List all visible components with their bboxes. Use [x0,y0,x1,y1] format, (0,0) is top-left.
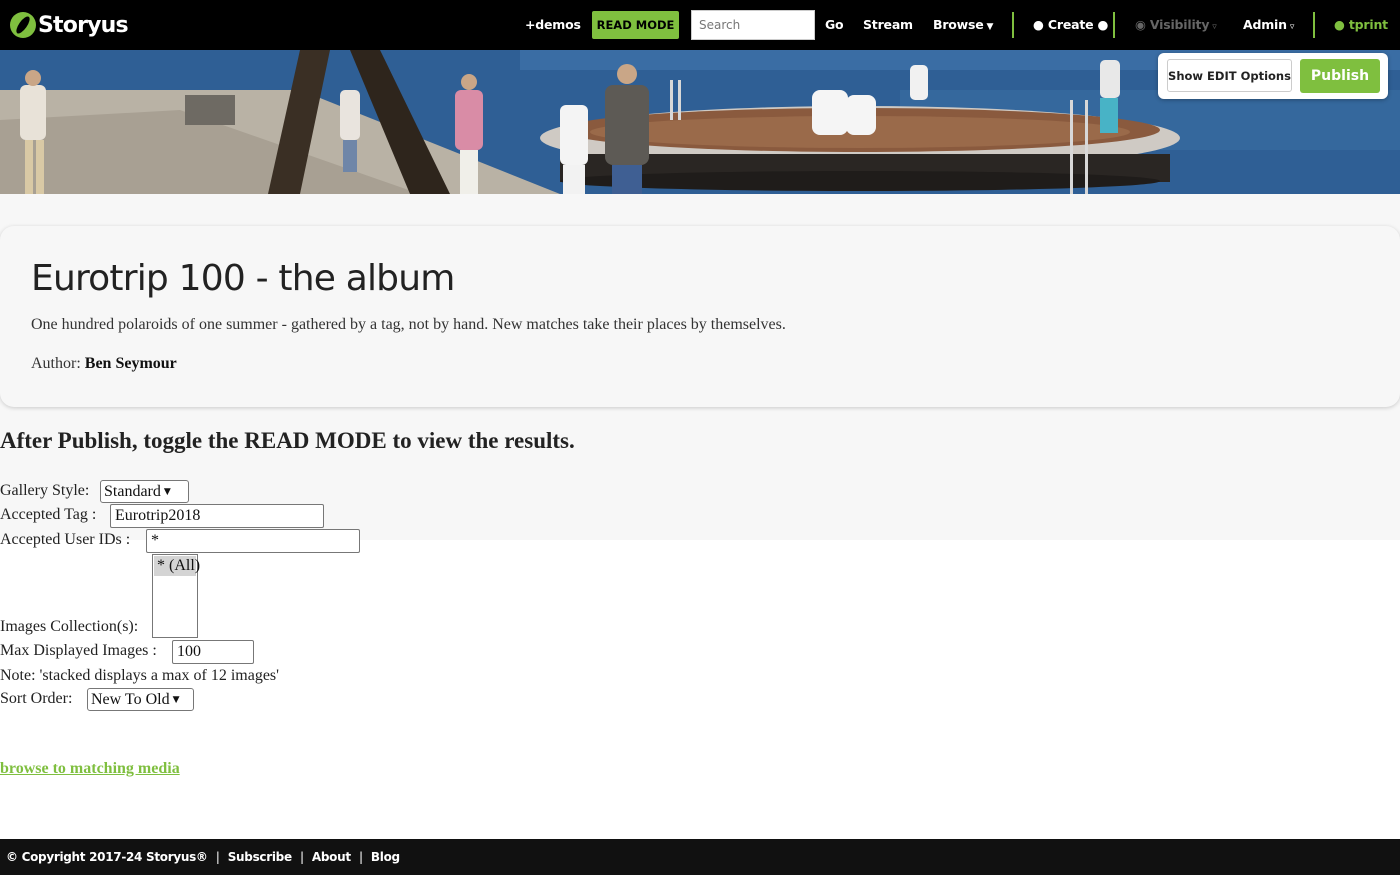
nav-divider [1313,12,1315,38]
footer-separator: | [358,850,363,864]
footer-separator: | [299,850,304,864]
chevron-down-icon: ▼ [163,487,171,497]
images-collection-listbox[interactable]: * (All) [152,554,200,638]
page-title: Eurotrip 100 - the album [31,258,455,299]
gallery-style-value: Standard [104,483,161,500]
nav-divider [1113,12,1115,38]
sort-order-select[interactable]: New To Old ▼ [87,688,194,711]
collection-option-all[interactable]: * (All) [154,556,200,576]
accepted-tag-input[interactable] [110,504,324,528]
nav-admin-label: Admin [1243,17,1287,32]
show-edit-options-button[interactable]: Show EDIT Options [1167,59,1292,92]
max-displayed-images-label: Max Displayed Images : [0,642,157,659]
caret-down-icon: ▿ [1212,22,1217,32]
album-author: Author: Ben Seymour [31,355,177,373]
brand-logo[interactable]: Storyus [10,10,129,40]
search-go-button[interactable]: Go [825,0,844,50]
edit-actions-panel: Show EDIT Options Publish [1158,53,1388,99]
footer-separator: | [215,850,220,864]
nav-visibility-label: Visibility [1149,17,1210,32]
footer-copyright: © Copyright 2017-24 Storyus® [6,850,208,864]
accepted-user-ids-input[interactable] [146,529,360,553]
footer-blog-link[interactable]: Blog [371,850,400,864]
album-description: One hundred polaroids of one summer - ga… [31,316,786,333]
sort-order-label: Sort Order: [0,690,73,707]
nav-stream-link[interactable]: Stream [863,0,913,50]
read-mode-button[interactable]: READ MODE [592,11,679,39]
footer-subscribe-link[interactable]: Subscribe [228,850,292,864]
instructions-heading: After Publish, toggle the READ MODE to v… [0,428,575,453]
accepted-user-ids-label: Accepted User IDs : [0,531,131,548]
caret-down-icon: ▿ [1289,22,1295,32]
nav-browse-label: Browse [933,17,984,32]
nav-create-label: Create [1047,17,1094,32]
images-collection-label: Images Collection(s): [0,618,139,635]
nav-user-label: tprint [1348,17,1388,32]
top-nav: Storyus +demos READ MODE Go Stream Brows… [0,0,1400,50]
author-name[interactable]: Ben Seymour [85,355,177,372]
nav-admin-menu[interactable]: Admin ▿ [1243,0,1294,50]
author-label: Author: [31,355,81,372]
nav-divider [1012,12,1014,38]
nav-browse-menu[interactable]: Browse ▼ [933,0,993,50]
storyus-leaf-logo-icon [10,12,36,38]
nav-user-menu[interactable]: ● tprint [1334,0,1388,50]
bullet-icon: ● [1033,17,1044,32]
max-displayed-images-input[interactable] [172,640,254,664]
accepted-tag-label: Accepted Tag : [0,506,97,523]
footer-about-link[interactable]: About [312,850,351,864]
gallery-style-label: Gallery Style: [0,482,90,499]
caret-down-icon: ▼ [986,22,994,32]
nav-demos-link[interactable]: +demos [525,0,581,50]
publish-button[interactable]: Publish [1300,59,1380,93]
sort-order-value: New To Old [91,691,170,708]
online-dot-icon: ● [1334,17,1345,32]
gallery-style-select[interactable]: Standard ▼ [100,480,189,503]
browse-matching-media-link[interactable]: browse to matching media [0,760,180,778]
bullet-icon: ● [1097,17,1109,32]
footer: © Copyright 2017-24 Storyus® | Subscribe | A… [0,839,1400,875]
nav-visibility-menu[interactable]: ◉ Visibility ▿ [1135,0,1217,50]
brand-name: Storyus [38,12,129,38]
eye-icon: ◉ [1135,17,1146,32]
search-input[interactable] [691,10,815,40]
stacked-note: Note: 'stacked displays a max of 12 imag… [0,667,280,684]
nav-create-menu[interactable]: ● Create ● [1033,0,1108,50]
chevron-down-icon: ▼ [172,695,180,705]
